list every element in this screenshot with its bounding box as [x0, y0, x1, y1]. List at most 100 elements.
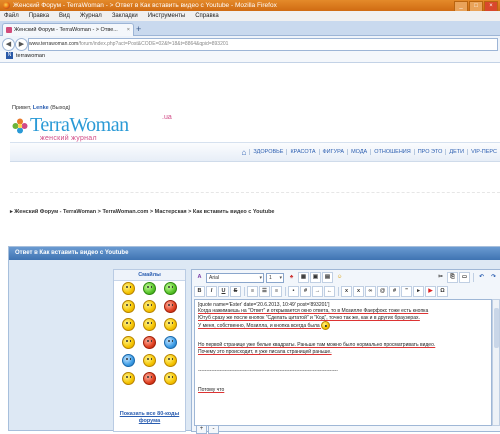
- smiley-icon[interactable]: [143, 336, 156, 349]
- enlarge-editor-button[interactable]: +: [196, 425, 207, 434]
- link-icon[interactable]: ∞: [365, 286, 376, 297]
- address-bar[interactable]: www.terrawoman.com/forum/index.php?act=P…: [28, 38, 498, 51]
- undo-icon[interactable]: ↶: [476, 272, 487, 283]
- numbered-list-icon[interactable]: #: [300, 286, 311, 297]
- editor-toolbar-top: A Arial 1 ♣ ▦ ▣ ▤ ☺ ✂ ⎘ ▭ ↶ ↷: [194, 272, 500, 283]
- home-icon[interactable]: ⌂: [239, 148, 250, 157]
- indent-icon[interactable]: →: [312, 286, 323, 297]
- smiley-icon[interactable]: [122, 282, 135, 295]
- nav-relationships[interactable]: ОТНОШЕНИЯ: [370, 149, 414, 155]
- logo-tagline: женский журнал: [40, 135, 97, 142]
- menu-file[interactable]: Файл: [4, 13, 19, 19]
- italic-button[interactable]: I: [206, 286, 217, 297]
- breadcrumb-forum[interactable]: Женский Форум - TerraWoman: [14, 209, 96, 215]
- smiley-icon[interactable]: [143, 372, 156, 385]
- smiley-icon[interactable]: [164, 372, 177, 385]
- username-link[interactable]: Lenke: [33, 105, 49, 111]
- breadcrumb-site[interactable]: TerraWoman.com: [102, 209, 148, 215]
- insert-table-icon[interactable]: ▦: [298, 272, 309, 283]
- nav-fashion[interactable]: МОДА: [347, 149, 370, 155]
- smiley-icon[interactable]: [122, 354, 135, 367]
- smiley-icon[interactable]: [164, 282, 177, 295]
- quote-icon[interactable]: ": [401, 286, 412, 297]
- site-logo[interactable]: TerraWoman .ua женский журнал: [12, 114, 182, 144]
- nav-about-it[interactable]: ПРО ЭТО: [413, 149, 446, 155]
- menu-history[interactable]: Журнал: [80, 13, 102, 19]
- menu-view[interactable]: Вид: [59, 13, 70, 19]
- menu-help[interactable]: Справка: [195, 13, 219, 19]
- bookmark-favicon-icon: N: [6, 52, 13, 60]
- align-center-icon[interactable]: ☰: [259, 286, 270, 297]
- nav-vip[interactable]: VIP-ПЕРС: [467, 149, 500, 155]
- show-all-smileys-link[interactable]: Показать все 80-коды форума: [114, 411, 185, 425]
- cut-icon[interactable]: ✂: [435, 272, 446, 283]
- post-textarea[interactable]: [quote name='Ester' date='20.6.2013, 10:…: [194, 299, 492, 426]
- underline-button[interactable]: U: [218, 286, 229, 297]
- smiley-inline-icon: [321, 320, 331, 330]
- spoiler-icon[interactable]: ▸: [413, 286, 424, 297]
- bold-button[interactable]: B: [194, 286, 205, 297]
- nav-health[interactable]: ЗДОРОВЬЕ: [249, 149, 286, 155]
- align-left-icon[interactable]: ≡: [247, 286, 258, 297]
- back-button[interactable]: ◀: [2, 38, 15, 51]
- code-icon[interactable]: #: [389, 286, 400, 297]
- close-tab-icon[interactable]: ×: [127, 24, 130, 36]
- toolbar-separator: [338, 287, 339, 296]
- nav-kids[interactable]: ДЕТИ: [445, 149, 467, 155]
- reply-panel: Ответ в Как вставить видео с Youtube Сма…: [8, 246, 500, 434]
- smiley-icon[interactable]: [164, 354, 177, 367]
- menu-bookmarks[interactable]: Закладки: [112, 13, 138, 19]
- youtube-icon[interactable]: ▶: [425, 286, 436, 297]
- logout-link[interactable]: (Выход): [50, 105, 70, 111]
- smiley-icon[interactable]: [143, 354, 156, 367]
- emoticon-icon[interactable]: ☺: [334, 272, 345, 283]
- shrink-editor-button[interactable]: -: [208, 425, 219, 434]
- font-color-icon[interactable]: A: [194, 272, 205, 283]
- editor-scroll-thumb[interactable]: [494, 308, 499, 348]
- smiley-icon[interactable]: [164, 336, 177, 349]
- menu-edit[interactable]: Правка: [29, 13, 49, 19]
- insert-image-icon[interactable]: ▣: [310, 272, 321, 283]
- smiley-icon[interactable]: [122, 372, 135, 385]
- special-chars-icon[interactable]: Ω: [437, 286, 448, 297]
- smiley-icon[interactable]: [164, 318, 177, 331]
- copy-icon[interactable]: ⎘: [447, 272, 458, 283]
- superscript-icon[interactable]: x: [353, 286, 364, 297]
- nav-beauty[interactable]: КРАСОТА: [286, 149, 318, 155]
- greeting-prefix: Привет,: [12, 105, 32, 111]
- menu-tools[interactable]: Инструменты: [148, 13, 185, 19]
- insert-media-icon[interactable]: ▤: [322, 272, 333, 283]
- smiley-icon[interactable]: [143, 300, 156, 313]
- smiley-icon[interactable]: [164, 300, 177, 313]
- editor-scrollbar[interactable]: [492, 299, 500, 426]
- outdent-icon[interactable]: ←: [324, 286, 335, 297]
- smiley-icon[interactable]: [143, 318, 156, 331]
- smiley-icon[interactable]: [122, 318, 135, 331]
- highlight-icon[interactable]: ♣: [286, 272, 297, 283]
- font-size-value: 1: [269, 274, 272, 281]
- ad-banner-area: [10, 162, 500, 193]
- smiley-icon[interactable]: [122, 300, 135, 313]
- toolbar-separator: [285, 287, 286, 296]
- redo-icon[interactable]: ↷: [488, 272, 499, 283]
- navigation-toolbar: ◀ ▶ www.terrawoman.com/forum/index.php?a…: [0, 36, 500, 52]
- bookmark-terrawoman[interactable]: terrawoman: [16, 53, 45, 59]
- smiley-icon[interactable]: [122, 336, 135, 349]
- breadcrumb-workshop[interactable]: Мастерская: [155, 209, 187, 215]
- forward-button[interactable]: ▶: [15, 38, 28, 51]
- bullet-list-icon[interactable]: •: [288, 286, 299, 297]
- font-family-select[interactable]: Arial: [206, 272, 264, 283]
- paste-icon[interactable]: ▭: [459, 272, 470, 283]
- toolbar-separator: [244, 287, 245, 296]
- smiley-icon[interactable]: [143, 282, 156, 295]
- nav-figure[interactable]: ФИГУРА: [318, 149, 348, 155]
- browser-tab-active[interactable]: Женский Форум - TerraWoman - > Отве... ×: [2, 23, 134, 36]
- font-size-select[interactable]: 1: [266, 272, 284, 283]
- align-right-icon[interactable]: ≡: [271, 286, 282, 297]
- logo-tld: .ua: [162, 114, 172, 121]
- email-icon[interactable]: @: [377, 286, 388, 297]
- address-path: /forum/index.php?act=Post&CODE=02&f=18&t…: [78, 41, 229, 47]
- subscript-icon[interactable]: x: [341, 286, 352, 297]
- new-tab-button[interactable]: +: [136, 24, 141, 34]
- strike-button[interactable]: S: [230, 286, 241, 297]
